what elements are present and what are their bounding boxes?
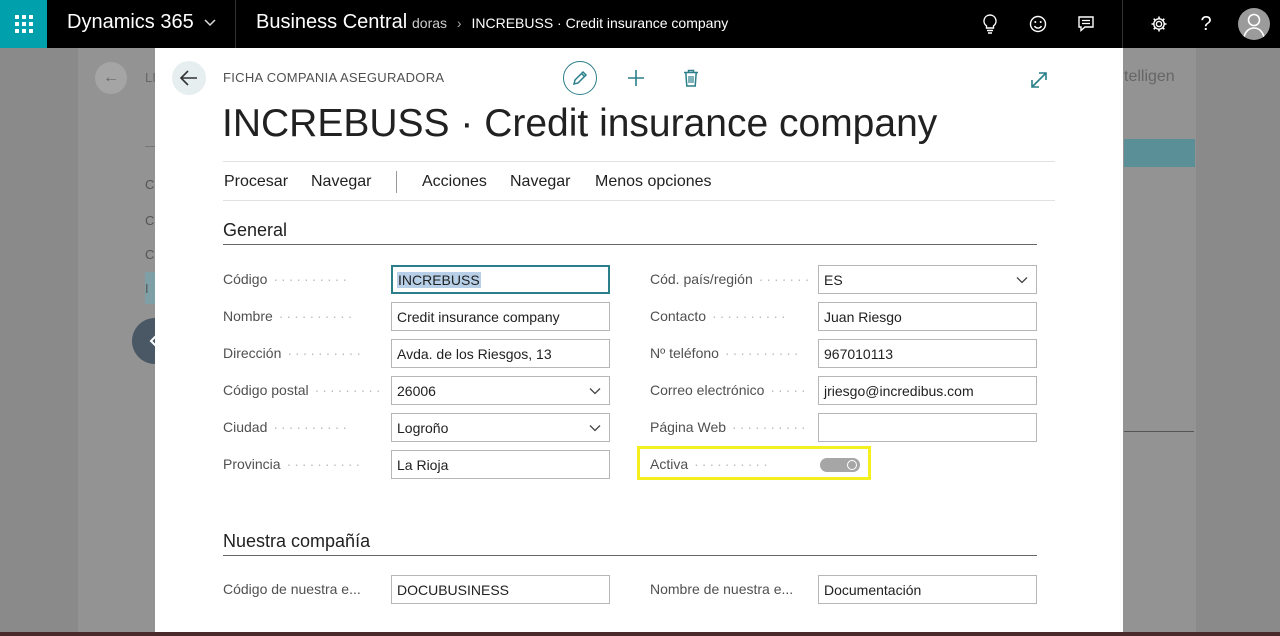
waffle-icon (14, 15, 33, 33)
field-label-nombre-empresa: Nombre de nuestra e... (650, 581, 794, 597)
pais-region-field[interactable]: ES (818, 265, 1037, 294)
plus-icon (628, 70, 644, 86)
top-bar: Dynamics 365 Business Central doras › IN… (0, 0, 1280, 48)
chat-icon[interactable] (1062, 0, 1110, 48)
brand-menu[interactable]: Dynamics 365 (67, 11, 216, 34)
field-label-codigo: Código ·········· (223, 271, 350, 287)
section-divider (223, 244, 1037, 245)
action-menos-opciones[interactable]: Menos opciones (595, 173, 712, 191)
field-label-activa: Activa ·········· (650, 456, 771, 472)
chevron-down-icon[interactable] (1015, 273, 1029, 287)
app-launcher-button[interactable] (0, 0, 47, 48)
section-general-title[interactable]: General (223, 220, 287, 241)
nombre-field[interactable]: Credit insurance company (391, 302, 610, 331)
field-label-pais-region: Cód. país/región·········· (650, 271, 810, 287)
provincia-field[interactable]: La Rioja (391, 450, 610, 479)
section-divider (223, 555, 1037, 556)
help-icon[interactable]: ? (1182, 0, 1230, 48)
pagina-web-field[interactable] (818, 413, 1037, 442)
record-card-modal: FICHA COMPANIA ASEGURADORA INCREBUSS · C… (155, 48, 1123, 632)
trash-icon (684, 69, 698, 87)
field-label-telefono: Nº teléfono ·········· (650, 345, 802, 361)
toggle-knob (847, 460, 857, 470)
divider (396, 171, 397, 193)
app-name[interactable]: Business Central (256, 11, 407, 34)
ciudad-field[interactable]: Logroño (391, 413, 610, 442)
action-navegar[interactable]: Navegar (311, 173, 371, 191)
chevron-down-icon[interactable] (588, 421, 602, 435)
action-bar: Procesar Navegar Acciones Navegar Menos … (223, 161, 1055, 201)
codigo-postal-field[interactable]: 26006 (391, 376, 610, 405)
background-bar (1124, 139, 1195, 167)
breadcrumb: doras › INCREBUSS · Credit insurance com… (412, 15, 728, 31)
action-acciones[interactable]: Acciones (422, 173, 487, 191)
field-label-provincia: Provincia ·········· (223, 456, 364, 472)
page-title: INCREBUSS · Credit insurance company (222, 102, 938, 145)
background-divider (145, 146, 155, 147)
expand-icon[interactable] (1027, 68, 1051, 92)
section-company-title[interactable]: Nuestra compañía (223, 531, 370, 552)
chevron-right-icon: › (456, 15, 462, 31)
bottom-strip (0, 632, 1280, 636)
chevron-down-icon[interactable] (588, 384, 602, 398)
delete-button[interactable] (677, 64, 705, 92)
contacto-field[interactable]: Juan Riesgo (818, 302, 1037, 331)
action-procesar[interactable]: Procesar (224, 173, 288, 191)
background-side-letter: I (145, 281, 149, 296)
background-side-letter: C (145, 177, 155, 192)
divider (1122, 0, 1123, 48)
breadcrumb-current: INCREBUSS · Credit insurance company (471, 15, 729, 31)
field-label-correo: Correo electrónico·········· (650, 382, 810, 398)
telefono-field[interactable]: 967010113 (818, 339, 1037, 368)
codigo-empresa-field[interactable]: DOCUBUSINESS (391, 575, 610, 604)
field-label-codigo-empresa: Código de nuestra e... (223, 581, 361, 597)
field-label-pagina-web: Página Web ·········· (650, 419, 809, 435)
edit-button[interactable] (563, 61, 597, 95)
chevron-down-icon (204, 16, 216, 30)
background-side-letter: C (145, 213, 155, 228)
lightbulb-icon[interactable] (966, 0, 1014, 48)
background-side-letter: C (145, 247, 155, 262)
field-label-ciudad: Ciudad ·········· (223, 419, 350, 435)
nombre-empresa-field[interactable]: Documentación (818, 575, 1037, 604)
divider (235, 0, 236, 48)
action-navegar-2[interactable]: Navegar (510, 173, 570, 191)
activa-toggle[interactable] (820, 458, 860, 472)
background-back-icon: ← (95, 62, 127, 94)
pencil-icon (572, 70, 588, 86)
brand-label: Dynamics 365 (67, 11, 194, 33)
field-label-contacto: Contacto ·········· (650, 308, 789, 324)
direccion-field[interactable]: Avda. de los Riesgos, 13 (391, 339, 610, 368)
field-label-codigo-postal: Código postal·········· (223, 382, 383, 398)
smiley-icon[interactable] (1014, 0, 1062, 48)
background-intelligence-label: telligen (1124, 68, 1175, 85)
page-type-caption: FICHA COMPANIA ASEGURADORA (223, 70, 445, 85)
new-button[interactable] (622, 64, 650, 92)
back-button[interactable] (172, 61, 206, 95)
background-divider (1124, 431, 1194, 432)
codigo-field[interactable]: INCREBUSS (391, 265, 610, 294)
correo-field[interactable]: jriesgo@incredibus.com (818, 376, 1037, 405)
field-label-nombre: Nombre ·········· (223, 308, 356, 324)
avatar-icon[interactable] (1238, 8, 1270, 40)
field-label-direccion: Dirección ·········· (223, 345, 364, 361)
breadcrumb-prev[interactable]: doras (412, 15, 447, 31)
arrow-left-icon (180, 70, 197, 86)
gear-icon[interactable] (1135, 0, 1183, 48)
